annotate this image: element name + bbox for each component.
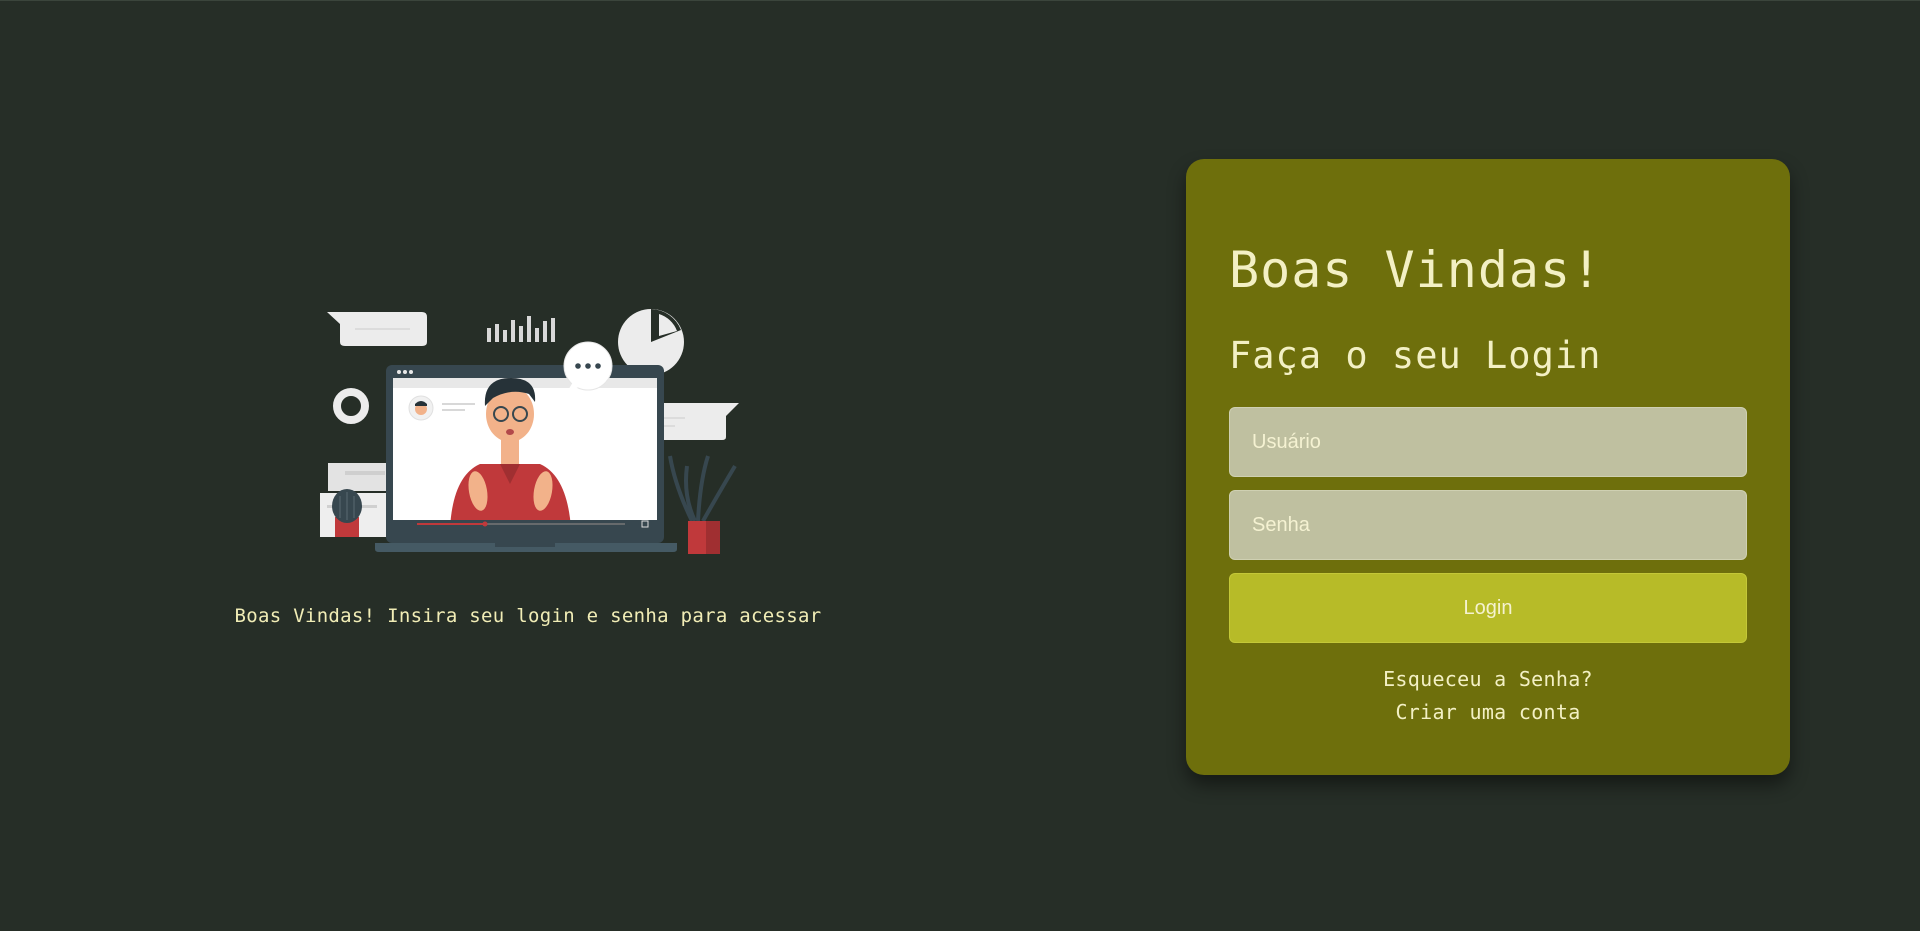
username-input[interactable]	[1229, 407, 1747, 477]
card-title: Boas Vindas!	[1229, 241, 1603, 299]
forgot-password-link[interactable]: Esqueceu a Senha?	[1186, 667, 1790, 691]
video-call-illustration-icon	[320, 309, 739, 554]
welcome-panel: Boas Vindas! Insira seu login e senha pa…	[0, 1, 1056, 931]
login-card: Boas Vindas! Faça o seu Login Login Esqu…	[1186, 159, 1790, 775]
login-page: Boas Vindas! Insira seu login e senha pa…	[0, 0, 1920, 931]
login-button[interactable]: Login	[1229, 573, 1747, 643]
card-subtitle: Faça o seu Login	[1229, 334, 1602, 377]
password-input[interactable]	[1229, 490, 1747, 560]
create-account-link[interactable]: Criar uma conta	[1186, 700, 1790, 724]
welcome-caption: Boas Vindas! Insira seu login e senha pa…	[234, 605, 822, 627]
